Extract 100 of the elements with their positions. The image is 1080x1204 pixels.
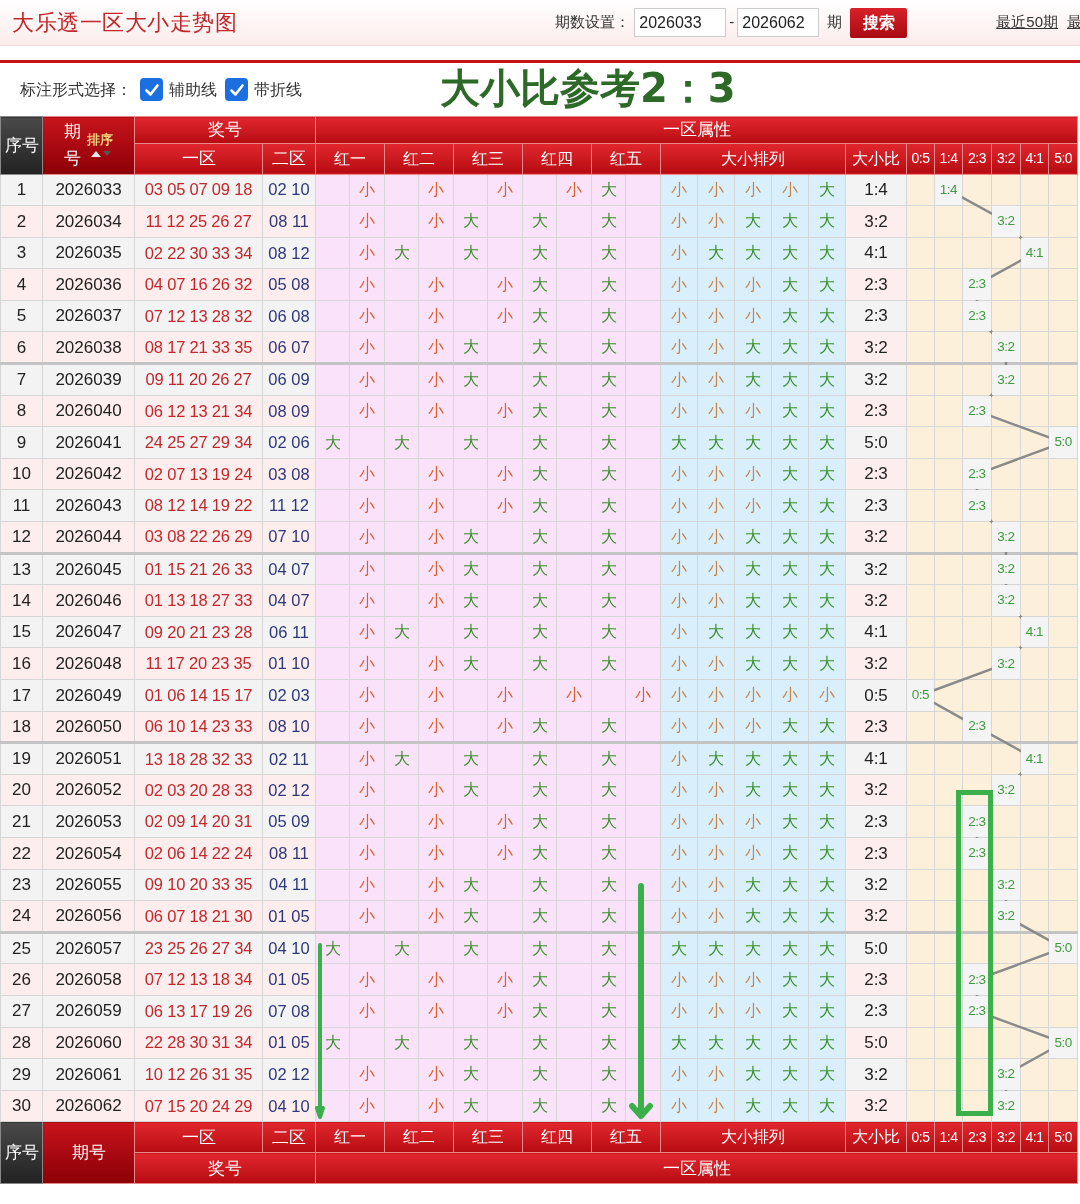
table-cell: 05 08 [262, 268, 316, 301]
search-button[interactable]: 搜索 [850, 7, 908, 38]
table-cell: 2026046 [42, 584, 135, 617]
table-cell: 2026051 [42, 742, 135, 775]
end-period-field[interactable]: 2026062 [737, 8, 820, 37]
table-cell: 2026042 [42, 458, 135, 490]
start-period-field[interactable]: 2026033 [634, 8, 727, 37]
attribute-cell: 小 [349, 742, 385, 775]
table-cell: 02 06 14 22 24 [134, 837, 263, 870]
attribute-cell: 小 [418, 553, 454, 585]
table-cell: 24 [0, 900, 43, 933]
table-cell: 3:2 [845, 774, 907, 806]
table-cell: 2026040 [42, 395, 135, 427]
table-cell: 2026053 [42, 805, 135, 838]
column-header: 期号 [42, 1121, 135, 1184]
arrangement-cell: 大 [697, 932, 735, 964]
table-cell: 13 [0, 553, 43, 585]
arrangement-cell: 小 [697, 363, 735, 396]
table-cell: 2026047 [42, 616, 135, 648]
table-cell: 5:0 [845, 426, 907, 459]
range-dash: - [729, 12, 735, 33]
table-cell: 02 03 [262, 679, 316, 712]
attribute-cell: 大 [522, 742, 557, 775]
table-cell: 13 18 28 32 33 [134, 742, 263, 775]
table-cell: 29 [0, 1058, 43, 1091]
table-cell: 02 22 30 33 34 [134, 237, 263, 269]
column-header: 奖号 [134, 1152, 316, 1184]
table-cell: 3:2 [845, 363, 907, 396]
table-cell: 2 [0, 205, 43, 238]
period-unit: 期 [827, 12, 843, 33]
table-cell: 2026041 [42, 426, 135, 459]
attribute-cell: 小 [418, 363, 454, 396]
column-header: 大小排列 [660, 1121, 846, 1153]
table-cell: 27 [0, 995, 43, 1028]
table-cell: 3:2 [845, 1058, 907, 1091]
column-header: 序号 [0, 116, 43, 174]
table-cell: 08 17 21 33 35 [134, 331, 263, 364]
table-cell: 09 20 21 23 28 [134, 616, 263, 648]
table-cell: 08 12 14 19 22 [134, 489, 263, 522]
table-cell: 03 08 22 26 29 [134, 521, 263, 554]
table-cell: 2:3 [845, 300, 907, 332]
table-cell: 08 12 [262, 237, 316, 269]
table-cell: 01 05 [262, 900, 316, 933]
table-cell: 3:2 [845, 1090, 907, 1122]
attribute-cell: 大 [453, 363, 488, 396]
checkbox[interactable] [225, 78, 248, 101]
table-cell: 17 [0, 679, 43, 712]
checkbox[interactable] [140, 78, 163, 101]
table-cell: 02 07 13 19 24 [134, 458, 263, 490]
table-cell: 06 09 [262, 363, 316, 396]
table-cell: 2:3 [845, 995, 907, 1028]
column-header: 序号 [0, 1121, 43, 1184]
table-cell: 4:1 [845, 237, 907, 269]
table-cell: 26 [0, 963, 43, 996]
column-header: 红一 [315, 1121, 385, 1153]
table-cell: 2026035 [42, 237, 135, 269]
column-header: 红三 [453, 1121, 523, 1153]
table-cell: 3:2 [845, 584, 907, 617]
table-cell: 2026060 [42, 1027, 135, 1059]
arrangement-cell: 大 [771, 553, 809, 585]
table-cell: 11 17 20 23 35 [134, 647, 263, 680]
column-header: 红四 [522, 1121, 592, 1153]
table-cell: 05 09 [262, 805, 316, 838]
table-cell: 2026062 [42, 1090, 135, 1122]
arrangement-cell: 小 [660, 553, 698, 585]
column-header: 二区 [262, 143, 316, 174]
table-cell: 2026038 [42, 331, 135, 364]
table-cell: 04 10 [262, 932, 316, 964]
attribute-cell: 大 [522, 932, 557, 964]
table-cell: 4 [0, 268, 43, 301]
table-cell: 2026043 [42, 489, 135, 522]
table-cell: 7 [0, 363, 43, 396]
table-cell: 08 09 [262, 395, 316, 427]
recent-periods-link[interactable]: 最近50期 [996, 11, 1058, 34]
attribute-cell: 大 [522, 553, 557, 585]
attribute-cell: 大 [384, 742, 419, 775]
table-cell: 2026054 [42, 837, 135, 870]
attribute-cell: 大 [522, 363, 557, 396]
arrangement-cell: 大 [660, 932, 698, 964]
table-cell: 9 [0, 426, 43, 459]
table-cell: 23 25 26 27 34 [134, 932, 263, 964]
table-cell: 2:3 [845, 963, 907, 996]
attribute-cell: 大 [453, 742, 488, 775]
table-cell: 1:4 [845, 174, 907, 206]
table-cell: 03 05 07 09 18 [134, 174, 263, 206]
attribute-cell: 小 [349, 363, 385, 396]
table-cell: 02 11 [262, 742, 316, 775]
table-cell: 2026055 [42, 869, 135, 901]
attribute-cell: 大 [591, 742, 626, 775]
arrangement-cell: 小 [660, 363, 698, 396]
table-cell: 01 05 [262, 963, 316, 996]
arrangement-cell: 大 [808, 742, 846, 775]
table-cell: 2:3 [845, 268, 907, 301]
table-cell: 01 15 21 26 33 [134, 553, 263, 585]
sort-button[interactable]: 排序 [87, 132, 113, 158]
table-cell: 2026034 [42, 205, 135, 238]
table-cell: 10 12 26 31 35 [134, 1058, 263, 1091]
table-cell: 2026033 [42, 174, 135, 206]
column-header: 红四 [522, 143, 592, 174]
table-cell: 20 [0, 774, 43, 806]
